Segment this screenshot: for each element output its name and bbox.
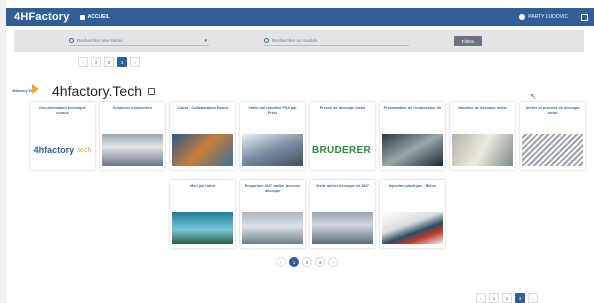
app-logo[interactable]: 4HFactory xyxy=(6,11,70,23)
search-filter-bar: Rechercher une thème ▾ Rechercher un mod… xyxy=(14,30,584,52)
module-card-title: Solutions connectées xyxy=(112,106,153,110)
module-card-thumbnail xyxy=(452,134,513,166)
edit-icon[interactable] xyxy=(148,87,156,95)
mid_pager-page-prev[interactable]: ‹ xyxy=(276,257,286,267)
logout-icon[interactable] xyxy=(581,13,588,21)
top_pager-page-1[interactable]: 1 xyxy=(91,57,101,67)
module-search-input[interactable]: Rechercher un module xyxy=(264,36,409,46)
top_pager-page-prev[interactable]: ‹ xyxy=(78,57,88,67)
module-card-thumbnail xyxy=(102,134,163,166)
mouse-cursor-icon: ↖ xyxy=(530,92,537,101)
top-navbar: 4HFactory ACCUEIL PARTY LUDOVIC xyxy=(6,8,594,26)
module-card-thumbnail xyxy=(312,212,373,244)
brand-logo-arrow-icon xyxy=(32,84,39,94)
module-card-thumbnail xyxy=(242,134,303,166)
module-card[interactable]: Machine de découpe métal xyxy=(450,102,515,170)
module-card-thumbnail xyxy=(522,134,583,166)
top_pager-page-3[interactable]: 3 xyxy=(117,57,127,67)
module-card[interactable]: Cobot : Collaboration Robot xyxy=(170,102,235,170)
module-card[interactable]: Présentation de l'impression 3D xyxy=(380,102,445,170)
mid_pager-page-3[interactable]: 3 xyxy=(315,257,325,267)
module-card-title: Mini jeu robot xyxy=(190,184,215,188)
page-header: 4hfactory.Tech 4hfactory.Tech xyxy=(12,82,156,100)
module-card-thumbnail xyxy=(382,212,443,244)
logo-subtext: .tech xyxy=(76,146,92,154)
bruderer-logo-text: BRUDERER xyxy=(311,144,372,156)
mid_pager-page-2[interactable]: 2 xyxy=(302,257,312,267)
module-search-placeholder: Rechercher un module xyxy=(272,38,318,43)
module-card-title: Atelier et process de découpe métal xyxy=(525,106,580,115)
theme-search-select[interactable]: Rechercher une thème ▾ xyxy=(69,36,209,46)
bottom_pager-page-2[interactable]: 2 xyxy=(502,293,512,303)
module-card-title: Cobot : Collaboration Robot xyxy=(177,106,228,110)
home-link[interactable]: ACCUEIL xyxy=(79,14,110,20)
module-card-title: Emporium 360° atelier process découpe xyxy=(244,184,301,193)
module-card-title: Visite atelier découpe en 360° xyxy=(315,184,370,188)
page-title: 4hfactory.Tech xyxy=(52,83,143,99)
module-card-thumbnail xyxy=(172,134,233,166)
brand-logo: 4hfactory.Tech xyxy=(12,82,42,100)
home-icon xyxy=(79,14,85,20)
mid-pagination: ‹ 1 2 3 › xyxy=(276,257,338,267)
module-card[interactable]: Documentation technique cursus 4hfactory.… xyxy=(30,102,95,170)
module-card-title: Documentation technique cursus xyxy=(39,106,86,115)
mid_pager-page-next[interactable]: › xyxy=(328,257,338,267)
module-card[interactable]: Injection plastique - Billon xyxy=(380,180,445,248)
module-card-thumbnail: 4hfactory .tech xyxy=(32,134,93,166)
module-card-thumbnail: BRUDERER xyxy=(312,134,373,166)
chevron-down-icon: ▾ xyxy=(204,37,207,44)
left-margin xyxy=(0,0,6,303)
filter-button-label: Filtres xyxy=(461,38,475,44)
module-card-thumbnail xyxy=(172,212,233,244)
user-label: PARTY LUDOVIC xyxy=(528,14,568,20)
bottom-pagination: ‹ 1 2 3 › xyxy=(476,293,538,303)
filter-button[interactable]: Filtres xyxy=(454,36,482,46)
module-card[interactable]: Atelier et process de découpe métal xyxy=(520,102,585,170)
search-icon xyxy=(264,38,269,43)
bottom_pager-page-3[interactable]: 3 xyxy=(515,293,525,303)
user-icon xyxy=(519,14,526,20)
module-card[interactable]: Mini jeu robot xyxy=(170,180,235,248)
module-card[interactable]: Presse de découpe métal BRUDERER xyxy=(310,102,375,170)
bottom_pager-page-1[interactable]: 1 xyxy=(489,293,499,303)
top_pager-page-2[interactable]: 2 xyxy=(104,57,114,67)
top_pager-page-next[interactable]: › xyxy=(130,57,140,67)
search-icon xyxy=(69,38,74,43)
theme-search-placeholder: Rechercher une thème xyxy=(77,38,123,43)
bottom_pager-page-next[interactable]: › xyxy=(528,293,538,303)
module-card[interactable]: Solutions connectées xyxy=(100,102,165,170)
module-card-title: Presse de découpe métal xyxy=(319,106,366,110)
module-card-title: Présentation de l'impression 3D xyxy=(383,106,442,110)
module-card-title: Machine de découpe métal xyxy=(458,106,507,110)
top-pagination: ‹ 1 2 3 › xyxy=(78,57,140,67)
module-card[interactable]: Vidéo bol robotisé FSA par Prins xyxy=(240,102,305,170)
app-window: 4HFactory ACCUEIL PARTY LUDOVIC Recherch… xyxy=(0,0,594,303)
module-card[interactable]: Emporium 360° atelier process découpe xyxy=(240,180,305,248)
user-menu[interactable]: PARTY LUDOVIC xyxy=(519,14,568,20)
module-card-title: Vidéo bol robotisé FSA par Prins xyxy=(248,106,297,115)
bottom_pager-page-prev[interactable]: ‹ xyxy=(476,293,486,303)
mid_pager-page-1[interactable]: 1 xyxy=(289,257,299,267)
module-card[interactable]: Visite atelier découpe en 360° xyxy=(310,180,375,248)
module-card-thumbnail xyxy=(382,134,443,166)
home-label: ACCUEIL xyxy=(87,14,110,20)
module-card-thumbnail xyxy=(242,212,303,244)
module-card-title: Injection plastique - Billon xyxy=(388,184,437,188)
logo-text: 4hfactory xyxy=(33,145,75,155)
